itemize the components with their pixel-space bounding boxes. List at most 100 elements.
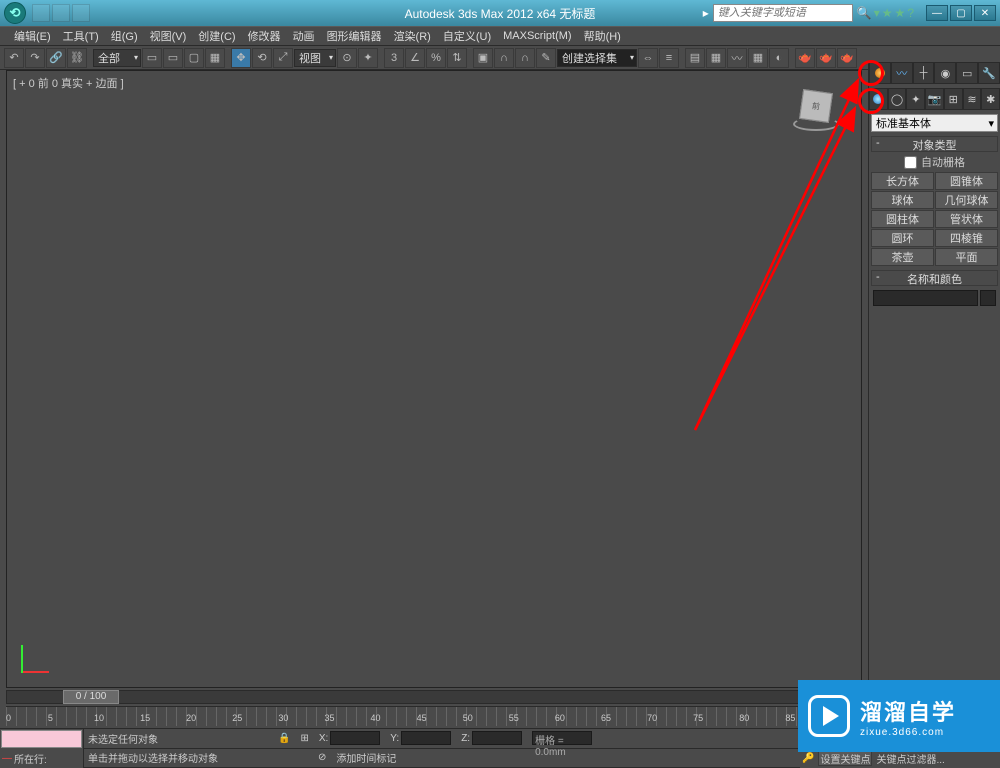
- time-tag-icon[interactable]: ⊘: [318, 752, 326, 763]
- subtab-systems[interactable]: ✱: [981, 88, 1000, 110]
- named-selection-combo[interactable]: 创建选择集: [557, 49, 637, 67]
- mirror-icon[interactable]: ⇔: [638, 48, 658, 68]
- select-move-icon[interactable]: ✥: [231, 48, 251, 68]
- edit-named-sel-icon[interactable]: ▣: [473, 48, 493, 68]
- layer-icon[interactable]: ▤: [685, 48, 705, 68]
- object-name-input[interactable]: [873, 290, 978, 306]
- magnet-icon[interactable]: ∩: [494, 48, 514, 68]
- menu-animation[interactable]: 动画: [287, 26, 321, 46]
- pivot-icon[interactable]: ⊙: [337, 48, 357, 68]
- setkey-button[interactable]: 设置关键点: [818, 750, 872, 766]
- menu-create[interactable]: 创建(C): [192, 26, 241, 46]
- primitive-pyramid-button[interactable]: 四棱锥: [935, 229, 998, 247]
- menu-group[interactable]: 组(G): [105, 26, 144, 46]
- render-frame-icon[interactable]: 🫖: [816, 48, 836, 68]
- tab-utilities[interactable]: 🔧: [978, 62, 1000, 84]
- tab-motion[interactable]: ◉: [934, 62, 956, 84]
- menu-edit[interactable]: 编辑(E): [8, 26, 57, 46]
- tab-modify[interactable]: 〰: [891, 62, 913, 84]
- unlink-icon[interactable]: ⛓: [67, 48, 87, 68]
- menu-maxscript[interactable]: MAXScript(M): [497, 28, 577, 44]
- tab-hierarchy[interactable]: ┼: [913, 62, 935, 84]
- search-icon[interactable]: 🔍: [857, 6, 872, 20]
- menu-rendering[interactable]: 渲染(R): [388, 26, 437, 46]
- keyfilter-label[interactable]: 关键点过滤器...: [876, 751, 944, 766]
- percent-snap-icon[interactable]: %: [426, 48, 446, 68]
- app-logo[interactable]: ⟲: [4, 2, 26, 24]
- viewport-label[interactable]: [ + 0 前 0 真实 + 边面 ]: [13, 75, 124, 91]
- render-icon[interactable]: 🫖: [837, 48, 857, 68]
- qat-redo-icon[interactable]: [52, 4, 70, 22]
- viewcube[interactable]: 前: [797, 87, 837, 127]
- primitive-plane-button[interactable]: 平面: [935, 248, 998, 266]
- y-input[interactable]: [401, 731, 451, 745]
- primitive-torus-button[interactable]: 圆环: [871, 229, 934, 247]
- qat-dropdown-icon[interactable]: [72, 4, 90, 22]
- undo-icon[interactable]: ↶: [4, 48, 24, 68]
- select-scale-icon[interactable]: ⤢: [273, 48, 293, 68]
- subtab-spacewarps[interactable]: ≋: [963, 88, 982, 110]
- menu-customize[interactable]: 自定义(U): [437, 26, 497, 46]
- subtab-helpers[interactable]: ⊞: [944, 88, 963, 110]
- select-rotate-icon[interactable]: ⟲: [252, 48, 272, 68]
- infocenter-search-input[interactable]: [713, 4, 853, 22]
- menu-views[interactable]: 视图(V): [144, 26, 193, 46]
- rollup-name-color[interactable]: 名称和颜色: [871, 270, 998, 286]
- menu-grapheditors[interactable]: 图形编辑器: [321, 26, 388, 46]
- spinner-snap-icon[interactable]: ⇅: [447, 48, 467, 68]
- menu-modifiers[interactable]: 修改器: [242, 26, 287, 46]
- close-button[interactable]: ✕: [974, 5, 996, 21]
- subtab-lights[interactable]: ✦: [906, 88, 925, 110]
- redo-icon[interactable]: ↷: [25, 48, 45, 68]
- manipulate-icon[interactable]: ✦: [358, 48, 378, 68]
- graphite-icon[interactable]: ▦: [706, 48, 726, 68]
- link-icon[interactable]: 🔗: [46, 48, 66, 68]
- star-icon[interactable]: ★: [882, 6, 893, 20]
- key-icon[interactable]: ▾: [874, 6, 880, 20]
- select-name-icon[interactable]: ▭: [163, 48, 183, 68]
- refcoord-combo[interactable]: 视图: [294, 49, 336, 67]
- menu-tools[interactable]: 工具(T): [57, 26, 105, 46]
- script-mini-listener[interactable]: [1, 730, 82, 748]
- primitive-teapot-button[interactable]: 茶壶: [871, 248, 934, 266]
- subtab-shapes[interactable]: ◯: [888, 88, 907, 110]
- magnet2-icon[interactable]: ∩: [515, 48, 535, 68]
- autogrid-checkbox[interactable]: 自动栅格: [869, 152, 1000, 172]
- rollup-object-type[interactable]: 对象类型: [871, 136, 998, 152]
- primitive-geosphere-button[interactable]: 几何球体: [935, 191, 998, 209]
- time-slider-thumb[interactable]: 0 / 100: [63, 690, 119, 704]
- selection-filter-combo[interactable]: 全部: [93, 49, 141, 67]
- subtab-cameras[interactable]: 📷: [925, 88, 944, 110]
- setkey-icon[interactable]: 🔑: [802, 753, 814, 764]
- lock-icon[interactable]: 🔒: [278, 733, 290, 744]
- subtab-geometry[interactable]: [869, 88, 888, 110]
- align-icon[interactable]: ≡: [659, 48, 679, 68]
- star-icon[interactable]: ★: [895, 6, 906, 20]
- time-slider[interactable]: 0 / 100: [6, 690, 844, 704]
- schematic-icon[interactable]: ▦: [748, 48, 768, 68]
- category-dropdown[interactable]: 标准基本体: [871, 114, 998, 132]
- maximize-button[interactable]: ▢: [950, 5, 972, 21]
- paint-icon[interactable]: ✎: [536, 48, 556, 68]
- minimize-button[interactable]: —: [926, 5, 948, 21]
- object-color-swatch[interactable]: [980, 290, 996, 306]
- primitive-cone-button[interactable]: 圆锥体: [935, 172, 998, 190]
- select-region-icon[interactable]: ▢: [184, 48, 204, 68]
- coords-mode-icon[interactable]: ⊞: [300, 733, 308, 744]
- primitive-cylinder-button[interactable]: 圆柱体: [871, 210, 934, 228]
- viewport[interactable]: [ + 0 前 0 真实 + 边面 ] 前: [6, 70, 862, 688]
- x-input[interactable]: [330, 731, 380, 745]
- render-setup-icon[interactable]: 🫖: [795, 48, 815, 68]
- primitive-tube-button[interactable]: 管状体: [935, 210, 998, 228]
- menu-help[interactable]: 帮助(H): [578, 26, 627, 46]
- tab-create[interactable]: [869, 62, 891, 84]
- window-crossing-icon[interactable]: ▦: [205, 48, 225, 68]
- z-input[interactable]: [472, 731, 522, 745]
- material-editor-icon[interactable]: ◐: [769, 48, 789, 68]
- qat-undo-icon[interactable]: [32, 4, 50, 22]
- angle-snap-icon[interactable]: ∠: [405, 48, 425, 68]
- select-icon[interactable]: ▭: [142, 48, 162, 68]
- time-ruler[interactable]: 0 5 10 15 20 25 30 35 40 45 50 55 60 65 …: [6, 706, 844, 726]
- primitive-sphere-button[interactable]: 球体: [871, 191, 934, 209]
- curve-editor-icon[interactable]: 〰: [727, 48, 747, 68]
